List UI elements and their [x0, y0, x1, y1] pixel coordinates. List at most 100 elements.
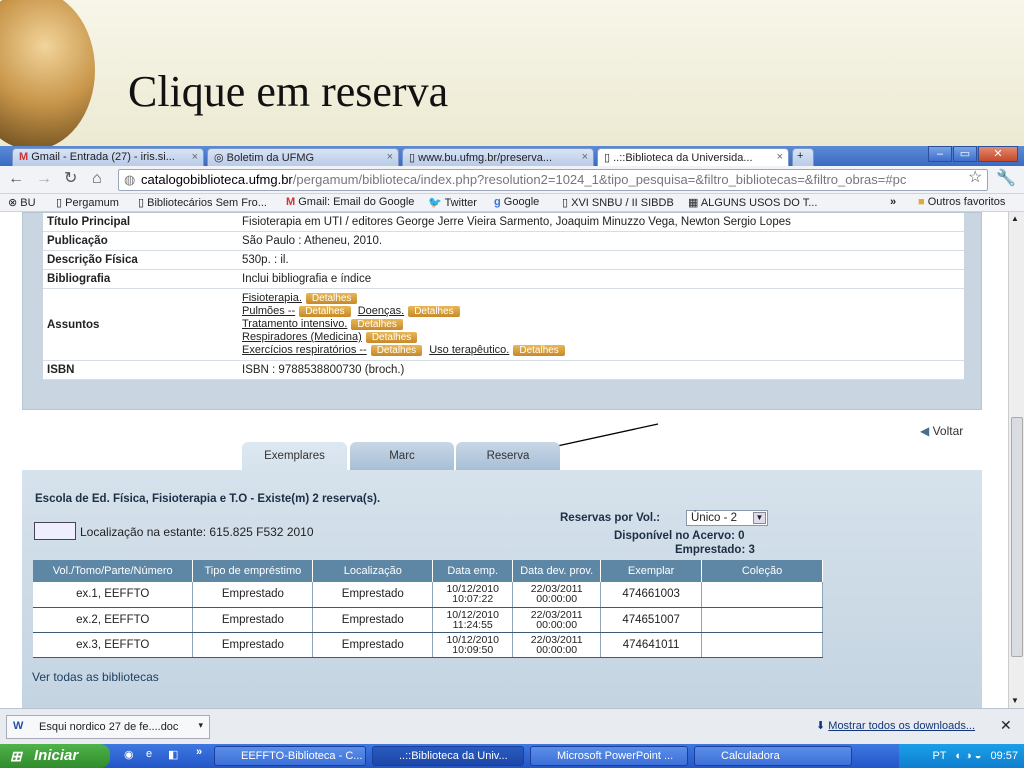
- back-arrow-icon: ◀: [920, 424, 930, 438]
- ver-todas-link[interactable]: Ver todas as bibliotecas: [32, 670, 159, 684]
- minimize-button[interactable]: –: [928, 146, 952, 162]
- twitter-icon: 🐦: [428, 197, 442, 209]
- close-icon[interactable]: ×: [582, 151, 588, 163]
- bookmark-twitter[interactable]: 🐦 Twitter: [428, 196, 477, 209]
- quicklaunch-overflow-icon[interactable]: »: [196, 746, 202, 758]
- bookmark-usos[interactable]: ▦ ALGUNS USOS DO T...: [688, 196, 817, 209]
- quicklaunch-ie-icon[interactable]: e: [146, 748, 152, 760]
- items-table: Vol./Tomo/Parte/Número Tipo de empréstim…: [33, 560, 823, 658]
- details-button[interactable]: Detalhes: [408, 306, 460, 317]
- details-table: Título Principal Fisioterapia em UTI / e…: [43, 213, 964, 380]
- reservas-select[interactable]: Único - 2 ▼: [686, 510, 768, 526]
- globe-image: [0, 0, 95, 148]
- bookmarks-bar: ⊗ BU ▯ Pergamum ▯ Bibliotecários Sem Fro…: [0, 194, 1024, 212]
- close-icon[interactable]: ✕: [1000, 717, 1012, 734]
- page-icon: ◎: [214, 152, 224, 164]
- subject-link[interactable]: Pulmões --: [242, 305, 295, 317]
- home-icon[interactable]: ⌂: [92, 171, 102, 187]
- close-window-button[interactable]: ✕: [978, 146, 1018, 162]
- details-row-bibliografia: Bibliografia Inclui bibliografia e índic…: [43, 269, 964, 289]
- task-eefto[interactable]: EEFFTO-Biblioteca - C...: [214, 746, 366, 766]
- bookmark-google[interactable]: g Google: [494, 196, 539, 208]
- slide-header: Clique em reserva: [0, 0, 1024, 148]
- download-bar: W Esqui nordico 27 de fe....doc ▾ ⬇ Most…: [0, 708, 1024, 744]
- details-row-title: Título Principal Fisioterapia em UTI / e…: [43, 213, 964, 232]
- subject-link[interactable]: Exercícios respiratórios --: [242, 344, 367, 356]
- library-title: Escola de Ed. Física, Fisioterapia e T.O…: [35, 493, 381, 505]
- slide-title: Clique em reserva: [128, 67, 449, 116]
- task-biblioteca[interactable]: ..::Biblioteca da Univ...: [372, 746, 524, 766]
- browser-tab-boletim[interactable]: ◎ Boletim da UFMG ×: [207, 148, 399, 166]
- forward-icon[interactable]: →: [36, 171, 52, 187]
- folder-icon: ■: [918, 196, 925, 208]
- browser-tab-bar: M Gmail - Entrada (27) - iris.si... × ◎ B…: [0, 146, 1024, 166]
- emprestado-text: Emprestado: 3: [675, 544, 755, 556]
- table-row: ex.3, EEFFTO Emprestado Emprestado 10/12…: [33, 632, 823, 658]
- details-row-isbn: ISBN ISBN : 9788538800730 (broch.): [43, 360, 964, 380]
- show-all-downloads-link[interactable]: ⬇ Mostrar todos os downloads...: [816, 719, 975, 732]
- bookmark-gmail[interactable]: M Gmail: Email do Google: [286, 196, 414, 208]
- quicklaunch-app-icon[interactable]: ◧: [168, 748, 178, 761]
- gmail-icon: M: [286, 196, 296, 208]
- tray-icons[interactable]: ◐ ◑ ◒: [955, 750, 981, 762]
- tab-reserva[interactable]: Reserva: [456, 442, 560, 470]
- download-item[interactable]: W Esqui nordico 27 de fe....doc ▾: [6, 715, 210, 739]
- gmail-icon: M: [19, 151, 29, 163]
- details-row-assuntos: Assuntos Fisioterapia. Detalhes Pulmões -…: [43, 288, 964, 361]
- maximize-button[interactable]: ▭: [953, 146, 977, 162]
- task-powerpoint[interactable]: Microsoft PowerPoint ...: [530, 746, 688, 766]
- bookshelf-icon: [34, 522, 76, 540]
- subject-link[interactable]: Fisioterapia.: [242, 292, 302, 304]
- chevron-down-icon[interactable]: ▾: [198, 720, 203, 731]
- subject-link[interactable]: Respiradores (Medicina): [242, 331, 362, 343]
- details-button[interactable]: Detalhes: [513, 345, 565, 356]
- wrench-icon[interactable]: 🔧: [996, 171, 1016, 187]
- google-icon: g: [494, 196, 501, 208]
- bookmarks-overflow-icon[interactable]: »: [890, 196, 896, 208]
- bookmark-snbu[interactable]: ▯ XVI SNBU / II SIBDB: [562, 196, 674, 209]
- star-icon[interactable]: ☆: [968, 170, 982, 186]
- scroll-up-icon[interactable]: ▲: [1011, 214, 1019, 223]
- voltar-link[interactable]: ◀ Voltar: [920, 424, 963, 438]
- subject-link[interactable]: Tratamento intensivo.: [242, 318, 347, 330]
- word-doc-icon: W: [13, 720, 24, 732]
- browser-tab-gmail[interactable]: M Gmail - Entrada (27) - iris.si... ×: [12, 148, 204, 166]
- details-button[interactable]: Detalhes: [351, 319, 403, 330]
- language-indicator[interactable]: PT: [932, 750, 946, 762]
- disponivel-text: Disponível no Acervo: 0: [614, 530, 745, 542]
- task-calculadora[interactable]: Calculadora: [694, 746, 852, 766]
- details-button[interactable]: Detalhes: [365, 332, 418, 343]
- quicklaunch-chrome-icon[interactable]: ◉: [124, 748, 134, 761]
- system-tray: PT ◐ ◑ ◒ 09:57: [899, 744, 1024, 768]
- reload-icon[interactable]: ↻: [64, 171, 77, 187]
- details-button[interactable]: Detalhes: [370, 345, 423, 356]
- details-row-descricao: Descrição Física 530p. : il.: [43, 250, 964, 270]
- scroll-down-icon[interactable]: ▼: [1011, 696, 1019, 705]
- reservas-label: Reservas por Vol.:: [560, 512, 661, 524]
- tab-exemplares[interactable]: Exemplares: [242, 442, 347, 470]
- bookmark-bibliotecarios[interactable]: ▯ Bibliotecários Sem Fro...: [138, 196, 267, 209]
- bookmark-pergamum[interactable]: ▯ Pergamum: [56, 196, 119, 209]
- details-button[interactable]: Detalhes: [305, 293, 358, 304]
- close-icon[interactable]: ×: [192, 151, 198, 163]
- subject-link[interactable]: Doenças.: [358, 305, 404, 317]
- scroll-thumb[interactable]: [1011, 417, 1023, 657]
- subject-link[interactable]: Uso terapêutico.: [429, 344, 509, 356]
- start-button[interactable]: ⊞ Iniciar: [0, 744, 110, 768]
- page-icon: ▯: [604, 152, 611, 164]
- close-icon[interactable]: ×: [777, 151, 783, 163]
- address-bar[interactable]: ◍ catalogobiblioteca.ufmg.br/pergamum/bi…: [118, 169, 988, 191]
- tab-marc[interactable]: Marc: [350, 442, 454, 470]
- back-icon[interactable]: ←: [8, 171, 24, 187]
- download-icon: ⬇: [816, 720, 826, 732]
- windows-logo-icon: ⊞: [10, 748, 22, 764]
- bookmark-outros[interactable]: ■ Outros favoritos: [918, 196, 1005, 208]
- new-tab-button[interactable]: +: [792, 148, 814, 166]
- browser-tab-preserva[interactable]: ▯ www.bu.ufmg.br/preserva... ×: [402, 148, 594, 166]
- page-scrollbar[interactable]: ▲ ▼: [1008, 212, 1024, 708]
- details-button[interactable]: Detalhes: [299, 306, 351, 317]
- close-icon[interactable]: ×: [387, 151, 393, 163]
- browser-tab-biblioteca[interactable]: ▯ ..::Biblioteca da Universida... ×: [597, 148, 789, 166]
- bookmark-bu[interactable]: ⊗ BU: [8, 196, 36, 209]
- location-text: Localização na estante: 615.825 F532 201…: [80, 525, 314, 539]
